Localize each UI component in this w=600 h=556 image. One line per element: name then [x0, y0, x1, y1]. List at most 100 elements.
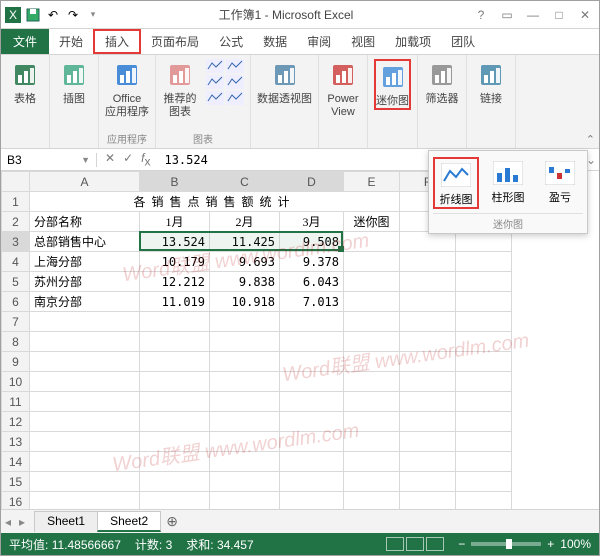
ribbon-display-icon[interactable]: ▭ [497, 8, 517, 22]
pivot-button[interactable]: 数据透视图 [257, 59, 312, 106]
row-header-5[interactable]: 5 [2, 272, 30, 292]
menu-tab-团队[interactable]: 团队 [441, 29, 485, 54]
menu-tab-加载项[interactable]: 加载项 [385, 29, 441, 54]
cell-B13[interactable] [140, 432, 210, 452]
menu-tab-公式[interactable]: 公式 [209, 29, 253, 54]
chart-type-mini-icon[interactable] [226, 59, 244, 73]
cell-D13[interactable] [280, 432, 344, 452]
col-header-D[interactable]: D [280, 172, 344, 192]
cell-D4[interactable]: 9.378 [280, 252, 344, 272]
name-box[interactable]: B3 ▼ [1, 153, 97, 167]
cell-G9[interactable] [456, 352, 512, 372]
cell-E12[interactable] [344, 412, 400, 432]
row-header-8[interactable]: 8 [2, 332, 30, 352]
zoom-value[interactable]: 100% [560, 537, 591, 551]
chevron-down-icon[interactable]: ▼ [81, 155, 90, 165]
cell-E2[interactable]: 迷你图 [344, 212, 400, 232]
help-icon[interactable]: ? [471, 8, 491, 22]
cell-F3[interactable] [400, 232, 456, 252]
cell-A10[interactable] [30, 372, 140, 392]
cell-A1[interactable]: 各销售点销售额统计 [30, 192, 400, 212]
cell-D14[interactable] [280, 452, 344, 472]
cell-C2[interactable]: 2月 [210, 212, 280, 232]
power-button[interactable]: PowerView [325, 59, 361, 119]
save-icon[interactable] [25, 7, 41, 23]
cell-D6[interactable]: 7.013 [280, 292, 344, 312]
zoom-in-icon[interactable]: + [547, 537, 554, 551]
cell-G10[interactable] [456, 372, 512, 392]
select-all-corner[interactable] [2, 172, 30, 192]
sheet-nav-first-icon[interactable]: ◂ [1, 515, 15, 529]
cell-F15[interactable] [400, 472, 456, 492]
cell-C15[interactable] [210, 472, 280, 492]
cell-A5[interactable]: 苏州分部 [30, 272, 140, 292]
cell-C10[interactable] [210, 372, 280, 392]
pic-button[interactable]: 插图 [56, 59, 92, 106]
cell-G15[interactable] [456, 472, 512, 492]
row-header-4[interactable]: 4 [2, 252, 30, 272]
cell-C13[interactable] [210, 432, 280, 452]
cell-E14[interactable] [344, 452, 400, 472]
cell-B2[interactable]: 1月 [140, 212, 210, 232]
row-header-7[interactable]: 7 [2, 312, 30, 332]
undo-icon[interactable]: ↶ [45, 7, 61, 23]
cell-G8[interactable] [456, 332, 512, 352]
cell-A12[interactable] [30, 412, 140, 432]
cell-A3[interactable]: 总部销售中心 [30, 232, 140, 252]
minimize-icon[interactable]: — [523, 8, 543, 22]
file-tab[interactable]: 文件 [1, 29, 49, 54]
cell-F5[interactable] [400, 272, 456, 292]
cell-G14[interactable] [456, 452, 512, 472]
cell-D2[interactable]: 3月 [280, 212, 344, 232]
cell-B15[interactable] [140, 472, 210, 492]
cell-C3[interactable]: 11.425 [210, 232, 280, 252]
cell-G4[interactable] [456, 252, 512, 272]
cell-E9[interactable] [344, 352, 400, 372]
cell-F11[interactable] [400, 392, 456, 412]
cell-D9[interactable] [280, 352, 344, 372]
cell-A11[interactable] [30, 392, 140, 412]
col-header-C[interactable]: C [210, 172, 280, 192]
cell-F14[interactable] [400, 452, 456, 472]
row-header-13[interactable]: 13 [2, 432, 30, 452]
cell-A16[interactable] [30, 492, 140, 510]
cell-D12[interactable] [280, 412, 344, 432]
cell-F16[interactable] [400, 492, 456, 510]
cell-A15[interactable] [30, 472, 140, 492]
row-header-2[interactable]: 2 [2, 212, 30, 232]
cell-F9[interactable] [400, 352, 456, 372]
cell-C11[interactable] [210, 392, 280, 412]
chart-type-mini-icon[interactable] [206, 75, 224, 89]
cell-E8[interactable] [344, 332, 400, 352]
col-header-B[interactable]: B [140, 172, 210, 192]
cell-C9[interactable] [210, 352, 280, 372]
cell-D5[interactable]: 6.043 [280, 272, 344, 292]
cell-F10[interactable] [400, 372, 456, 392]
link-button[interactable]: 链接 [473, 59, 509, 106]
spark-col-button[interactable]: 柱形图 [485, 157, 531, 209]
ribbon-collapse-icon[interactable]: ⌃ [586, 133, 595, 146]
cell-D16[interactable] [280, 492, 344, 510]
cell-G7[interactable] [456, 312, 512, 332]
row-header-9[interactable]: 9 [2, 352, 30, 372]
cell-C12[interactable] [210, 412, 280, 432]
sheet-nav-last-icon[interactable]: ▸ [15, 515, 29, 529]
cell-A13[interactable] [30, 432, 140, 452]
row-header-11[interactable]: 11 [2, 392, 30, 412]
maximize-icon[interactable]: □ [549, 8, 569, 22]
cell-B4[interactable]: 10.179 [140, 252, 210, 272]
sheet-tab-Sheet2[interactable]: Sheet2 [97, 511, 161, 532]
slicer-button[interactable]: 筛选器 [424, 59, 460, 106]
spark-line-button[interactable]: 折线图 [433, 157, 479, 209]
cell-F7[interactable] [400, 312, 456, 332]
row-header-12[interactable]: 12 [2, 412, 30, 432]
cell-B12[interactable] [140, 412, 210, 432]
cell-D7[interactable] [280, 312, 344, 332]
cell-E16[interactable] [344, 492, 400, 510]
cell-F4[interactable] [400, 252, 456, 272]
row-header-14[interactable]: 14 [2, 452, 30, 472]
cell-E11[interactable] [344, 392, 400, 412]
cell-A4[interactable]: 上海分部 [30, 252, 140, 272]
cell-B5[interactable]: 12.212 [140, 272, 210, 292]
cell-B16[interactable] [140, 492, 210, 510]
